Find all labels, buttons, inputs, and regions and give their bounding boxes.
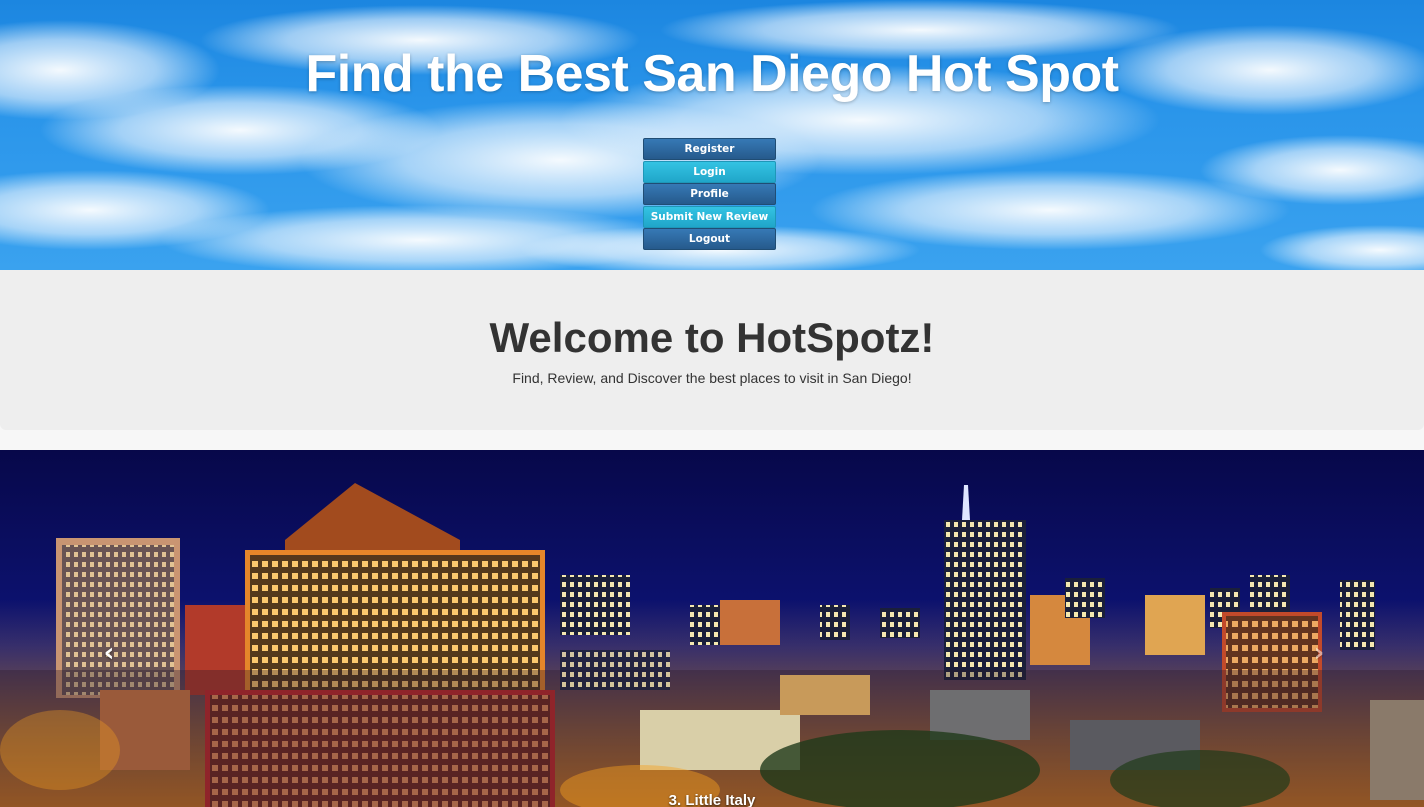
- page-title: Find the Best San Diego Hot Spot: [305, 45, 1119, 103]
- logout-button[interactable]: Logout: [643, 228, 776, 250]
- register-button[interactable]: Register: [643, 138, 776, 160]
- profile-button[interactable]: Profile: [643, 183, 776, 205]
- carousel-caption: 3. Little Italy: [668, 792, 756, 807]
- submit-new-review-button[interactable]: Submit New Review: [643, 205, 776, 228]
- chevron-right-icon: ›: [1313, 638, 1325, 668]
- nav-button-stack: Register Login Profile Submit New Review…: [643, 138, 776, 251]
- welcome-title: Welcome to HotSpotz!: [489, 314, 935, 361]
- carousel-slide-image: [0, 450, 1424, 807]
- welcome-subtitle: Find, Review, and Discover the best plac…: [512, 370, 912, 386]
- chevron-left-icon: ‹: [103, 638, 115, 668]
- hero-header: Find the Best San Diego Hot Spot Registe…: [0, 0, 1424, 270]
- image-carousel: ‹ › 3. Little Italy: [0, 450, 1424, 807]
- carousel-prev-button[interactable]: ‹: [94, 638, 124, 668]
- carousel-next-button[interactable]: ›: [1304, 638, 1334, 668]
- login-button[interactable]: Login: [643, 160, 776, 183]
- welcome-jumbotron: Welcome to HotSpotz! Find, Review, and D…: [0, 270, 1424, 430]
